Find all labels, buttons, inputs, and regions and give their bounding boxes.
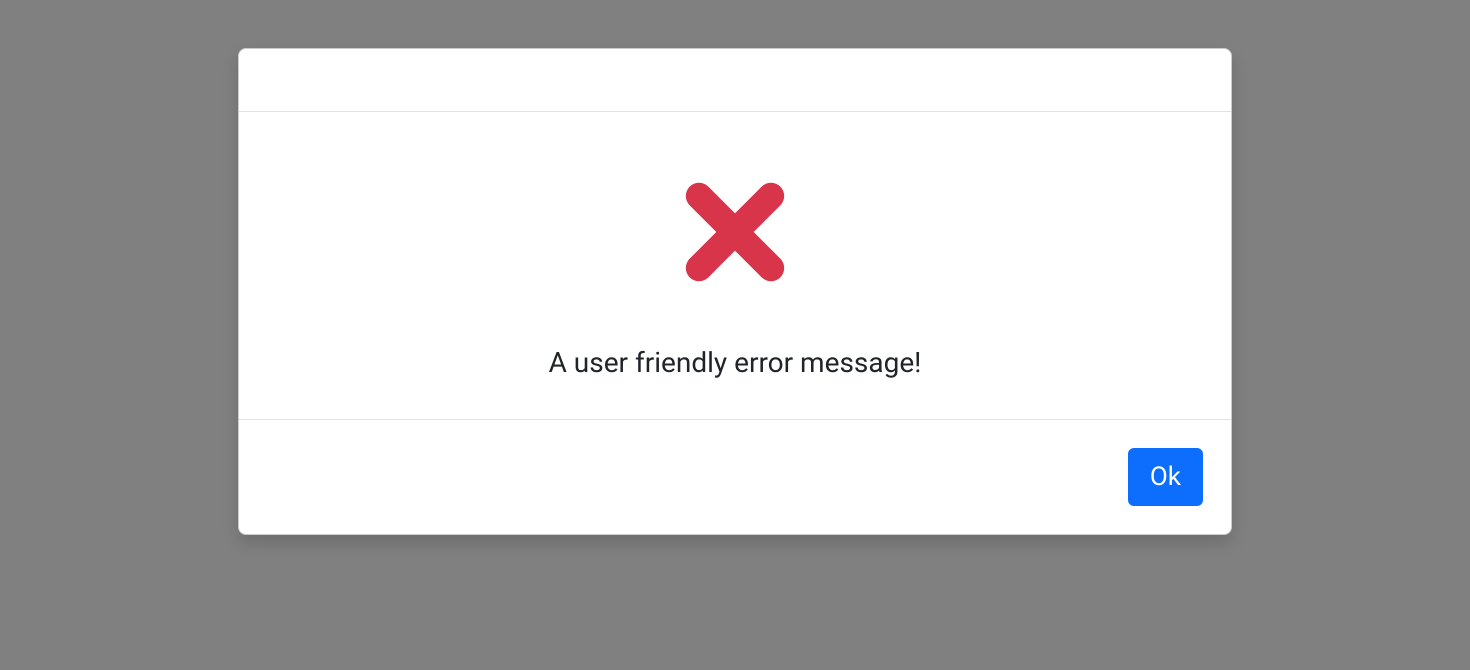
modal-body: A user friendly error message! (239, 112, 1231, 420)
error-x-icon (675, 172, 795, 296)
modal-footer: Ok (239, 420, 1231, 534)
error-modal: A user friendly error message! Ok (238, 48, 1232, 535)
error-message: A user friendly error message! (259, 346, 1211, 379)
ok-button[interactable]: Ok (1128, 448, 1203, 506)
modal-header (239, 49, 1231, 112)
